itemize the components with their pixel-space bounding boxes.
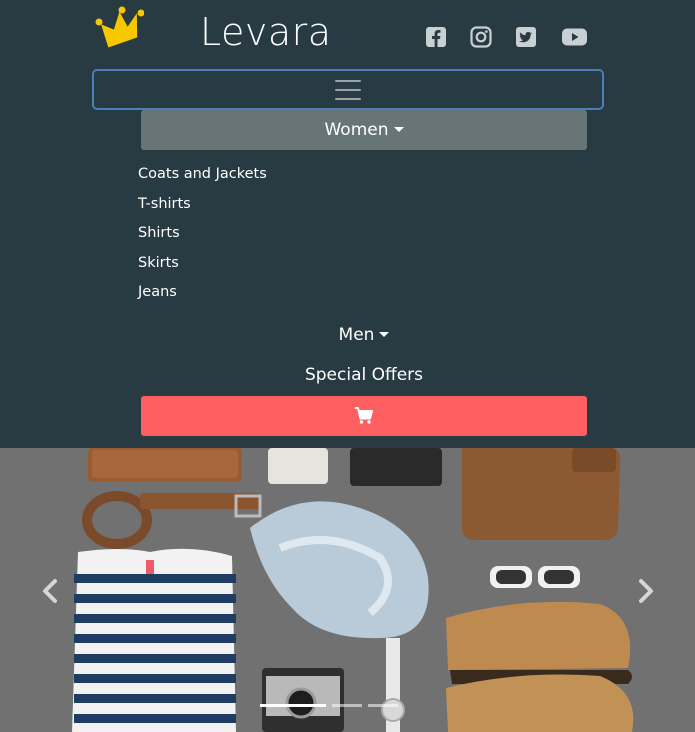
caret-down-icon [379,331,390,337]
carousel-indicator-1[interactable] [260,704,326,707]
caret-down-icon [393,126,404,132]
women-dropdown-toggle[interactable]: Women [141,110,587,150]
dropdown-item-shirts[interactable]: Shirts [138,219,438,249]
youtube-icon[interactable] [561,25,588,49]
shopping-cart-icon [355,407,373,424]
hero-carousel [0,448,695,732]
carousel-indicator-2[interactable] [332,704,362,707]
carousel-prev-button[interactable] [38,576,62,606]
brand-name[interactable]: Levara [200,10,332,54]
cart-button[interactable] [141,396,587,436]
women-dropdown-menu: Coats and Jackets T-shirts Shirts Skirts… [138,160,438,308]
women-label: Women [324,120,389,140]
crown-icon[interactable] [92,4,145,54]
carousel-indicators [260,704,398,707]
navbar-toggler-button[interactable] [92,69,604,110]
dropdown-item-jeans[interactable]: Jeans [138,278,438,308]
hamburger-icon [335,79,361,100]
men-dropdown-toggle[interactable]: Men [141,318,587,352]
dropdown-item-t-shirts[interactable]: T-shirts [138,190,438,220]
carousel-indicator-3[interactable] [368,704,398,707]
carousel-image [0,448,695,732]
men-label: Men [338,325,375,345]
chevron-left-icon [43,579,57,603]
chevron-right-icon [639,579,653,603]
facebook-icon[interactable] [424,25,448,49]
instagram-icon[interactable] [469,25,493,49]
carousel-next-button[interactable] [634,576,658,606]
navbar: Levara Women Coats and Jackets T-shirts … [0,0,695,448]
special-offers-link[interactable]: Special Offers [141,358,587,392]
twitter-icon[interactable] [514,25,538,49]
dropdown-item-skirts[interactable]: Skirts [138,249,438,279]
dropdown-item-coats-and-jackets[interactable]: Coats and Jackets [138,160,438,190]
